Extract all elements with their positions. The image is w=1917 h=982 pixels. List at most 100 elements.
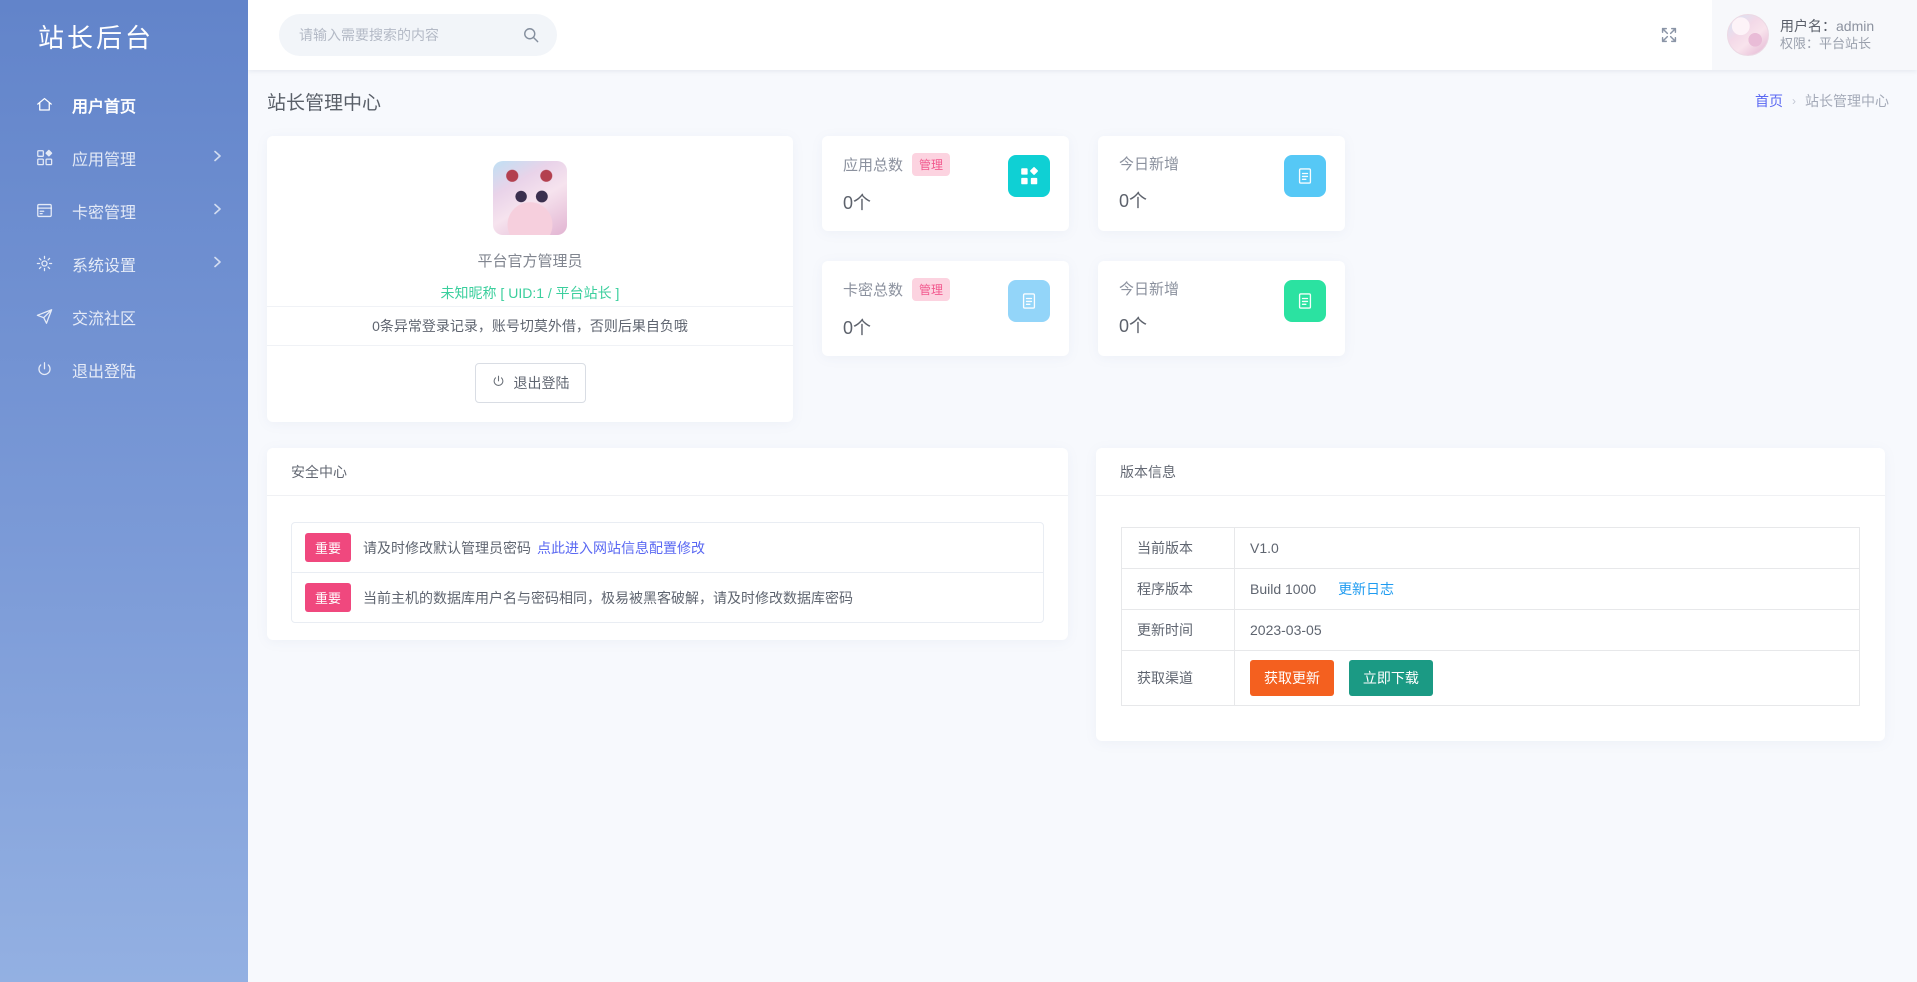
stat-label: 应用总数 (843, 154, 903, 175)
sidebar-item-card-management[interactable]: 卡密管理 (0, 184, 248, 237)
version-table: 当前版本 V1.0 程序版本 Build 1000 更新日志 更新时间 2023… (1121, 527, 1860, 706)
document-icon (1284, 280, 1326, 322)
stat-label: 今日新增 (1119, 153, 1179, 174)
top-bar: 用户名：admin 权限：平台站长 (248, 0, 1917, 70)
document-icon (1284, 155, 1326, 197)
stat-value: 0个 (843, 189, 950, 215)
fullscreen-icon[interactable] (1658, 24, 1680, 46)
security-alert-list: 重要 请及时修改默认管理员密码 点此进入网站信息配置修改 重要 当前主机的数据库… (291, 522, 1044, 623)
profile-footer: 退出登陆 (267, 346, 793, 420)
stats-grid: 应用总数 管理 0个 今日新增 (822, 136, 1345, 422)
app-grid-icon (1008, 155, 1050, 197)
breadcrumb: 首页 › 站长管理中心 (1755, 91, 1889, 111)
channel-buttons-cell: 获取更新 立即下载 (1235, 651, 1860, 706)
home-icon (34, 95, 54, 115)
version-row-label: 获取渠道 (1122, 651, 1235, 706)
stat-card-key-new-today: 今日新增 0个 (1098, 261, 1345, 356)
page-head: 站长管理中心 首页 › 站长管理中心 (267, 70, 1889, 132)
alert-text: 请及时修改默认管理员密码 (363, 538, 531, 558)
version-row-label: 更新时间 (1122, 610, 1235, 651)
search-icon[interactable] (521, 25, 541, 45)
page-title: 站长管理中心 (267, 88, 381, 115)
profile-top: 平台官方管理员 未知昵称 [ UID:1 / 平台站长 ] (267, 136, 793, 306)
security-alert-row: 重要 当前主机的数据库用户名与密码相同，极易被黑客破解，请及时修改数据库密码 (292, 572, 1043, 622)
apps-icon (34, 148, 54, 168)
table-row: 程序版本 Build 1000 更新日志 (1122, 569, 1860, 610)
app-brand-title: 站长后台 (0, 0, 248, 72)
document-icon (1008, 280, 1050, 322)
security-center-card: 安全中心 重要 请及时修改默认管理员密码 点此进入网站信息配置修改 重要 当前主… (267, 448, 1068, 640)
sidebar-item-community[interactable]: 交流社区 (0, 290, 248, 343)
chevron-right-icon (213, 149, 222, 167)
sidebar-item-label: 应用管理 (72, 146, 136, 170)
table-row: 获取渠道 获取更新 立即下载 (1122, 651, 1860, 706)
profile-display-name: 平台官方管理员 (477, 250, 582, 271)
stat-card-app-total: 应用总数 管理 0个 (822, 136, 1069, 231)
sidebar-item-label: 退出登陆 (72, 358, 136, 382)
sidebar-item-label: 卡密管理 (72, 199, 136, 223)
user-meta: 用户名：admin 权限：平台站长 (1780, 17, 1874, 53)
stat-card-app-new-today: 今日新增 0个 (1098, 136, 1345, 231)
site-config-link[interactable]: 点此进入网站信息配置修改 (537, 538, 705, 558)
username-value: admin (1836, 18, 1874, 34)
version-info-card: 版本信息 当前版本 V1.0 程序版本 Build 1000 更新日志 (1096, 448, 1885, 741)
profile-uid-line: 未知昵称 [ UID:1 / 平台站长 ] (441, 283, 620, 303)
alert-text: 当前主机的数据库用户名与密码相同，极易被黑客破解，请及时修改数据库密码 (363, 588, 853, 608)
sidebar-item-system-settings[interactable]: 系统设置 (0, 237, 248, 290)
sidebar-item-logout[interactable]: 退出登陆 (0, 343, 248, 396)
version-info-title: 版本信息 (1096, 448, 1885, 496)
card-icon (34, 201, 54, 221)
profile-card: 平台官方管理员 未知昵称 [ UID:1 / 平台站长 ] 0条异常登录记录，账… (267, 136, 793, 422)
breadcrumb-home-link[interactable]: 首页 (1755, 91, 1783, 111)
power-icon (491, 374, 506, 392)
breadcrumb-separator: › (1792, 94, 1796, 108)
power-icon (34, 360, 54, 380)
user-avatar (1727, 14, 1769, 56)
build-version-cell: Build 1000 更新日志 (1235, 569, 1860, 610)
role-value: 平台站长 (1819, 36, 1871, 51)
sidebar-item-label: 交流社区 (72, 305, 136, 329)
paper-plane-icon (34, 307, 54, 327)
settings-icon (34, 254, 54, 274)
current-version-value: V1.0 (1235, 528, 1860, 569)
sidebar-menu: 用户首页 应用管理 卡密管 (0, 72, 248, 396)
logout-button-label: 退出登陆 (514, 373, 570, 393)
table-row: 更新时间 2023-03-05 (1122, 610, 1860, 651)
logout-button[interactable]: 退出登陆 (475, 363, 586, 403)
get-update-button[interactable]: 获取更新 (1250, 660, 1334, 696)
sidebar-item-user-home[interactable]: 用户首页 (0, 78, 248, 131)
table-row: 当前版本 V1.0 (1122, 528, 1860, 569)
search-input[interactable] (299, 27, 521, 43)
build-version-value: Build 1000 (1250, 581, 1316, 597)
version-row-label: 当前版本 (1122, 528, 1235, 569)
version-row-label: 程序版本 (1122, 569, 1235, 610)
stat-label: 卡密总数 (843, 279, 903, 300)
changelog-link[interactable]: 更新日志 (1338, 581, 1394, 597)
important-badge: 重要 (305, 583, 351, 612)
profile-warning-line: 0条异常登录记录，账号切莫外借，否则后果自负哦 (267, 306, 793, 346)
stat-value: 0个 (1119, 187, 1179, 213)
stat-label: 今日新增 (1119, 278, 1179, 299)
role-line: 权限：平台站长 (1780, 35, 1874, 53)
sidebar-item-label: 系统设置 (72, 252, 136, 276)
stat-manage-badge[interactable]: 管理 (912, 153, 950, 176)
security-center-title: 安全中心 (267, 448, 1068, 496)
user-panel[interactable]: 用户名：admin 权限：平台站长 (1712, 0, 1917, 70)
stat-card-key-total: 卡密总数 管理 0个 (822, 261, 1069, 356)
security-alert-row: 重要 请及时修改默认管理员密码 点此进入网站信息配置修改 (292, 523, 1043, 572)
sidebar-item-label: 用户首页 (72, 93, 136, 117)
important-badge: 重要 (305, 533, 351, 562)
stat-value: 0个 (843, 314, 950, 340)
chevron-right-icon (213, 202, 222, 220)
sidebar: 站长后台 用户首页 应用管理 (0, 0, 248, 982)
search-bar[interactable] (279, 14, 557, 56)
chevron-right-icon (213, 255, 222, 273)
main-content: 站长管理中心 首页 › 站长管理中心 平台官方管理员 未知昵称 [ UID:1 … (248, 70, 1917, 982)
breadcrumb-current: 站长管理中心 (1805, 91, 1889, 111)
sidebar-item-app-management[interactable]: 应用管理 (0, 131, 248, 184)
username-line: 用户名：admin (1780, 17, 1874, 35)
stat-value: 0个 (1119, 312, 1179, 338)
download-now-button[interactable]: 立即下载 (1349, 660, 1433, 696)
stat-manage-badge[interactable]: 管理 (912, 278, 950, 301)
profile-avatar-image (493, 161, 567, 235)
